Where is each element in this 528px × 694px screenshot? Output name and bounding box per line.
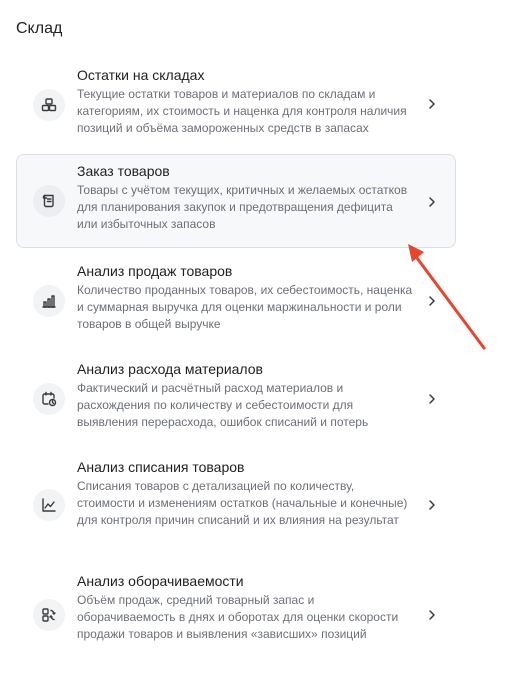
item-title: Анализ оборачиваемости (77, 573, 244, 589)
report-item-writeoff-analysis[interactable]: Анализ списания товаров Списания товаров… (16, 450, 456, 558)
item-title: Анализ списания товаров (77, 459, 245, 475)
report-item-stock-balances[interactable]: Остатки на складах Текущие остатки товар… (16, 58, 456, 148)
boxes-icon (33, 89, 65, 121)
section-title: Склад (16, 20, 63, 37)
item-title: Заказ товаров (77, 163, 170, 179)
chevron-right-icon (427, 394, 437, 404)
item-description: Текущие остатки товаров и материалов по … (77, 87, 407, 135)
turnover-icon (33, 599, 65, 631)
item-description: Списания товаров с детализацией по колич… (77, 479, 408, 527)
item-description: Фактический и расчётный расход материало… (77, 381, 369, 429)
bar-chart-icon (33, 285, 65, 317)
item-title: Остатки на складах (77, 67, 205, 83)
report-item-turnover-analysis[interactable]: Анализ оборачиваемости Объём продаж, сре… (16, 564, 456, 664)
report-item-goods-order[interactable]: Заказ товаров Товары с учётом текущих, к… (16, 154, 456, 248)
report-item-materials-consumption[interactable]: Анализ расхода материалов Фактический и … (16, 352, 456, 444)
chevron-right-icon (427, 296, 437, 306)
chevron-right-icon (427, 610, 437, 620)
line-chart-icon (33, 489, 65, 521)
report-item-sales-analysis[interactable]: Анализ продаж товаров Количество проданн… (16, 254, 456, 346)
item-title: Анализ расхода материалов (77, 361, 263, 377)
item-description: Количество проданных товаров, их себесто… (77, 283, 413, 331)
chevron-right-icon (427, 197, 437, 207)
calendar-clock-icon (33, 383, 65, 415)
item-title: Анализ продаж товаров (77, 263, 233, 279)
chevron-right-icon (427, 500, 437, 510)
item-description: Объём продаж, средний товарный запас и о… (77, 593, 399, 641)
item-description: Товары с учётом текущих, критичных и жел… (77, 183, 408, 231)
report-list: Остатки на складах Текущие остатки товар… (16, 58, 456, 670)
chevron-right-icon (427, 99, 437, 109)
scroll-icon (33, 185, 65, 217)
